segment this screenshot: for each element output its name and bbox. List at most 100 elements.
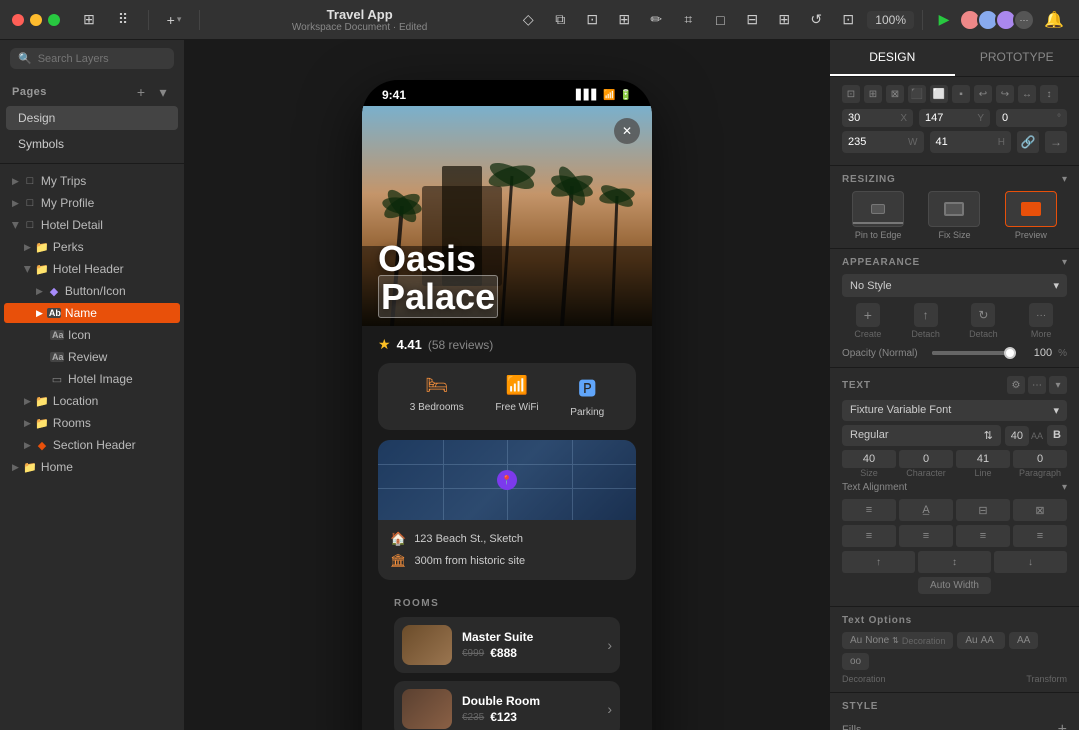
- search-input[interactable]: [38, 53, 166, 65]
- line-height-value[interactable]: 41: [956, 450, 1010, 468]
- text-valign-top-btn[interactable]: ≡: [842, 525, 896, 547]
- vector-tool[interactable]: ✏: [643, 7, 669, 33]
- align-middle-btn[interactable]: ⬜: [930, 85, 948, 103]
- style-dropdown[interactable]: No Style ▾: [842, 274, 1067, 297]
- text-align-right-btn[interactable]: ⊠: [1013, 499, 1067, 521]
- text-bottom-btn[interactable]: ↓: [994, 551, 1067, 573]
- layer-review[interactable]: Aa Review: [4, 347, 180, 367]
- close-button[interactable]: ✕: [614, 118, 640, 144]
- rotate-tool[interactable]: ↺: [803, 7, 829, 33]
- x-field[interactable]: 30 X: [842, 109, 913, 127]
- tab-prototype[interactable]: PROTOTYPE: [955, 40, 1079, 76]
- minimize-button[interactable]: [30, 14, 42, 26]
- duplicate-tool[interactable]: ⊞: [611, 7, 637, 33]
- copy-tool[interactable]: ⧉: [547, 7, 573, 33]
- page-symbols[interactable]: Symbols: [6, 132, 178, 156]
- create-style-btn[interactable]: + Create: [842, 303, 894, 339]
- text-align-center-btn[interactable]: ⊟: [956, 499, 1010, 521]
- font-bold-btn[interactable]: B: [1047, 425, 1067, 446]
- add-fill-button[interactable]: +: [1058, 721, 1067, 730]
- transform-oo-option[interactable]: oo: [842, 653, 869, 670]
- room-double[interactable]: Double Room €235 €123 ›: [394, 681, 620, 730]
- appearance-toggle[interactable]: ▾: [1062, 257, 1067, 268]
- text-valign-justify-btn[interactable]: ≡: [956, 525, 1010, 547]
- layer-my-trips[interactable]: ▶ □ My Trips: [4, 171, 180, 191]
- flip-v-btn[interactable]: ↕: [1040, 85, 1058, 103]
- text-settings-btn[interactable]: ⚙: [1007, 376, 1025, 394]
- text-align-baseline-btn[interactable]: A̲: [899, 499, 953, 521]
- align-tool[interactable]: ⊟: [739, 7, 765, 33]
- layer-icon[interactable]: Aa Icon: [4, 325, 180, 345]
- align-bottom-btn[interactable]: ▪: [952, 85, 970, 103]
- char-spacing-value[interactable]: 0: [899, 450, 953, 468]
- room-master-suite[interactable]: Master Suite €999 €888 ›: [394, 617, 620, 673]
- layer-home[interactable]: ▶ 📁 Home: [4, 457, 180, 477]
- mirror-tool[interactable]: ⊡: [835, 7, 861, 33]
- text-valign-middle-btn[interactable]: ≡: [899, 525, 953, 547]
- pin-to-edge-option[interactable]: Pin to Edge: [842, 191, 914, 240]
- paste-tool[interactable]: ⊡: [579, 7, 605, 33]
- layer-hotel-header[interactable]: ▶ 📁 Hotel Header: [4, 259, 180, 279]
- opacity-slider[interactable]: [932, 351, 1016, 355]
- font-size-value[interactable]: 40: [1005, 426, 1029, 446]
- rotate-left-btn[interactable]: ↩: [974, 85, 992, 103]
- text-top-btn[interactable]: ↑: [842, 551, 915, 573]
- layer-name[interactable]: ▶ Ab Name: [4, 303, 180, 323]
- lock-proportions-btn[interactable]: 🔗: [1017, 131, 1039, 153]
- layer-hotel-image[interactable]: ▭ Hotel Image: [4, 369, 180, 389]
- text-middle-btn[interactable]: ↕: [918, 551, 991, 573]
- fix-size-option[interactable]: Fix Size: [918, 191, 990, 240]
- add-page-button[interactable]: +: [132, 83, 150, 101]
- notifications-button[interactable]: 🔔: [1041, 7, 1067, 33]
- auto-width-button[interactable]: Auto Width: [918, 577, 991, 594]
- pages-menu-button[interactable]: ▾: [154, 83, 172, 101]
- resizing-toggle[interactable]: ▾: [1062, 174, 1067, 185]
- align-top-btn[interactable]: ⬛: [908, 85, 926, 103]
- play-button[interactable]: ▶: [931, 7, 957, 33]
- layers-icon[interactable]: ⠿: [110, 7, 136, 33]
- more-style-btn[interactable]: ··· More: [1015, 303, 1067, 339]
- tab-design[interactable]: DESIGN: [830, 40, 955, 76]
- r-field[interactable]: 0 °: [996, 109, 1067, 127]
- zoom-level[interactable]: 100%: [867, 11, 914, 29]
- text-align-left-btn[interactable]: ≡: [842, 499, 896, 521]
- text-more-btn[interactable]: ⋯: [1028, 376, 1046, 394]
- flip-h-btn[interactable]: ↔: [1018, 85, 1036, 103]
- align-center-btn[interactable]: ⊞: [864, 85, 882, 103]
- pages-icon[interactable]: ⊞: [76, 7, 102, 33]
- page-design[interactable]: Design: [6, 106, 178, 130]
- align-right-btn[interactable]: ⊠: [886, 85, 904, 103]
- shape-tool[interactable]: □: [707, 7, 733, 33]
- close-button[interactable]: [12, 14, 24, 26]
- layer-section-header[interactable]: ▶ ◆ Section Header: [4, 435, 180, 455]
- font-style-dropdown[interactable]: Regular ⇅: [842, 425, 1001, 446]
- more-options-btn[interactable]: →: [1045, 131, 1067, 153]
- text-alignment-toggle[interactable]: ▾: [1062, 482, 1067, 493]
- maximize-button[interactable]: [48, 14, 60, 26]
- transform-aa2-option[interactable]: AA: [1009, 632, 1038, 649]
- layer-location[interactable]: ▶ 📁 Location: [4, 391, 180, 411]
- layer-perks[interactable]: ▶ 📁 Perks: [4, 237, 180, 257]
- y-field[interactable]: 147 Y: [919, 109, 990, 127]
- decoration-option[interactable]: Au None ⇅ Decoration: [842, 632, 953, 649]
- sync-style-btn[interactable]: ↻ Detach: [958, 303, 1010, 339]
- detach-style-btn[interactable]: ↑ Detach: [900, 303, 952, 339]
- distribute-tool[interactable]: ⊞: [771, 7, 797, 33]
- transform-aa-option[interactable]: Au AA: [957, 632, 1005, 649]
- font-size-metric-value[interactable]: 40: [842, 450, 896, 468]
- font-family-dropdown[interactable]: Fixture Variable Font ▾: [842, 400, 1067, 421]
- preview-option[interactable]: Preview: [995, 191, 1067, 240]
- layer-rooms[interactable]: ▶ 📁 Rooms: [4, 413, 180, 433]
- text-expand-btn[interactable]: ▾: [1049, 376, 1067, 394]
- search-wrap[interactable]: 🔍: [10, 48, 174, 69]
- h-field[interactable]: 41 H: [930, 131, 1012, 153]
- pen-tool[interactable]: ⌗: [675, 7, 701, 33]
- select-tool[interactable]: ◇: [515, 7, 541, 33]
- canvas-area[interactable]: 9:41 ▋▋▋ 📶 🔋: [185, 40, 829, 730]
- add-artboard-button[interactable]: + ▾: [161, 7, 187, 33]
- paragraph-value[interactable]: 0: [1013, 450, 1067, 468]
- align-left-btn[interactable]: ⊡: [842, 85, 860, 103]
- layer-hotel-detail[interactable]: ▶ □ Hotel Detail: [4, 215, 180, 235]
- layer-button-icon[interactable]: ▶ ◆ Button/Icon: [4, 281, 180, 301]
- w-field[interactable]: 235 W: [842, 131, 924, 153]
